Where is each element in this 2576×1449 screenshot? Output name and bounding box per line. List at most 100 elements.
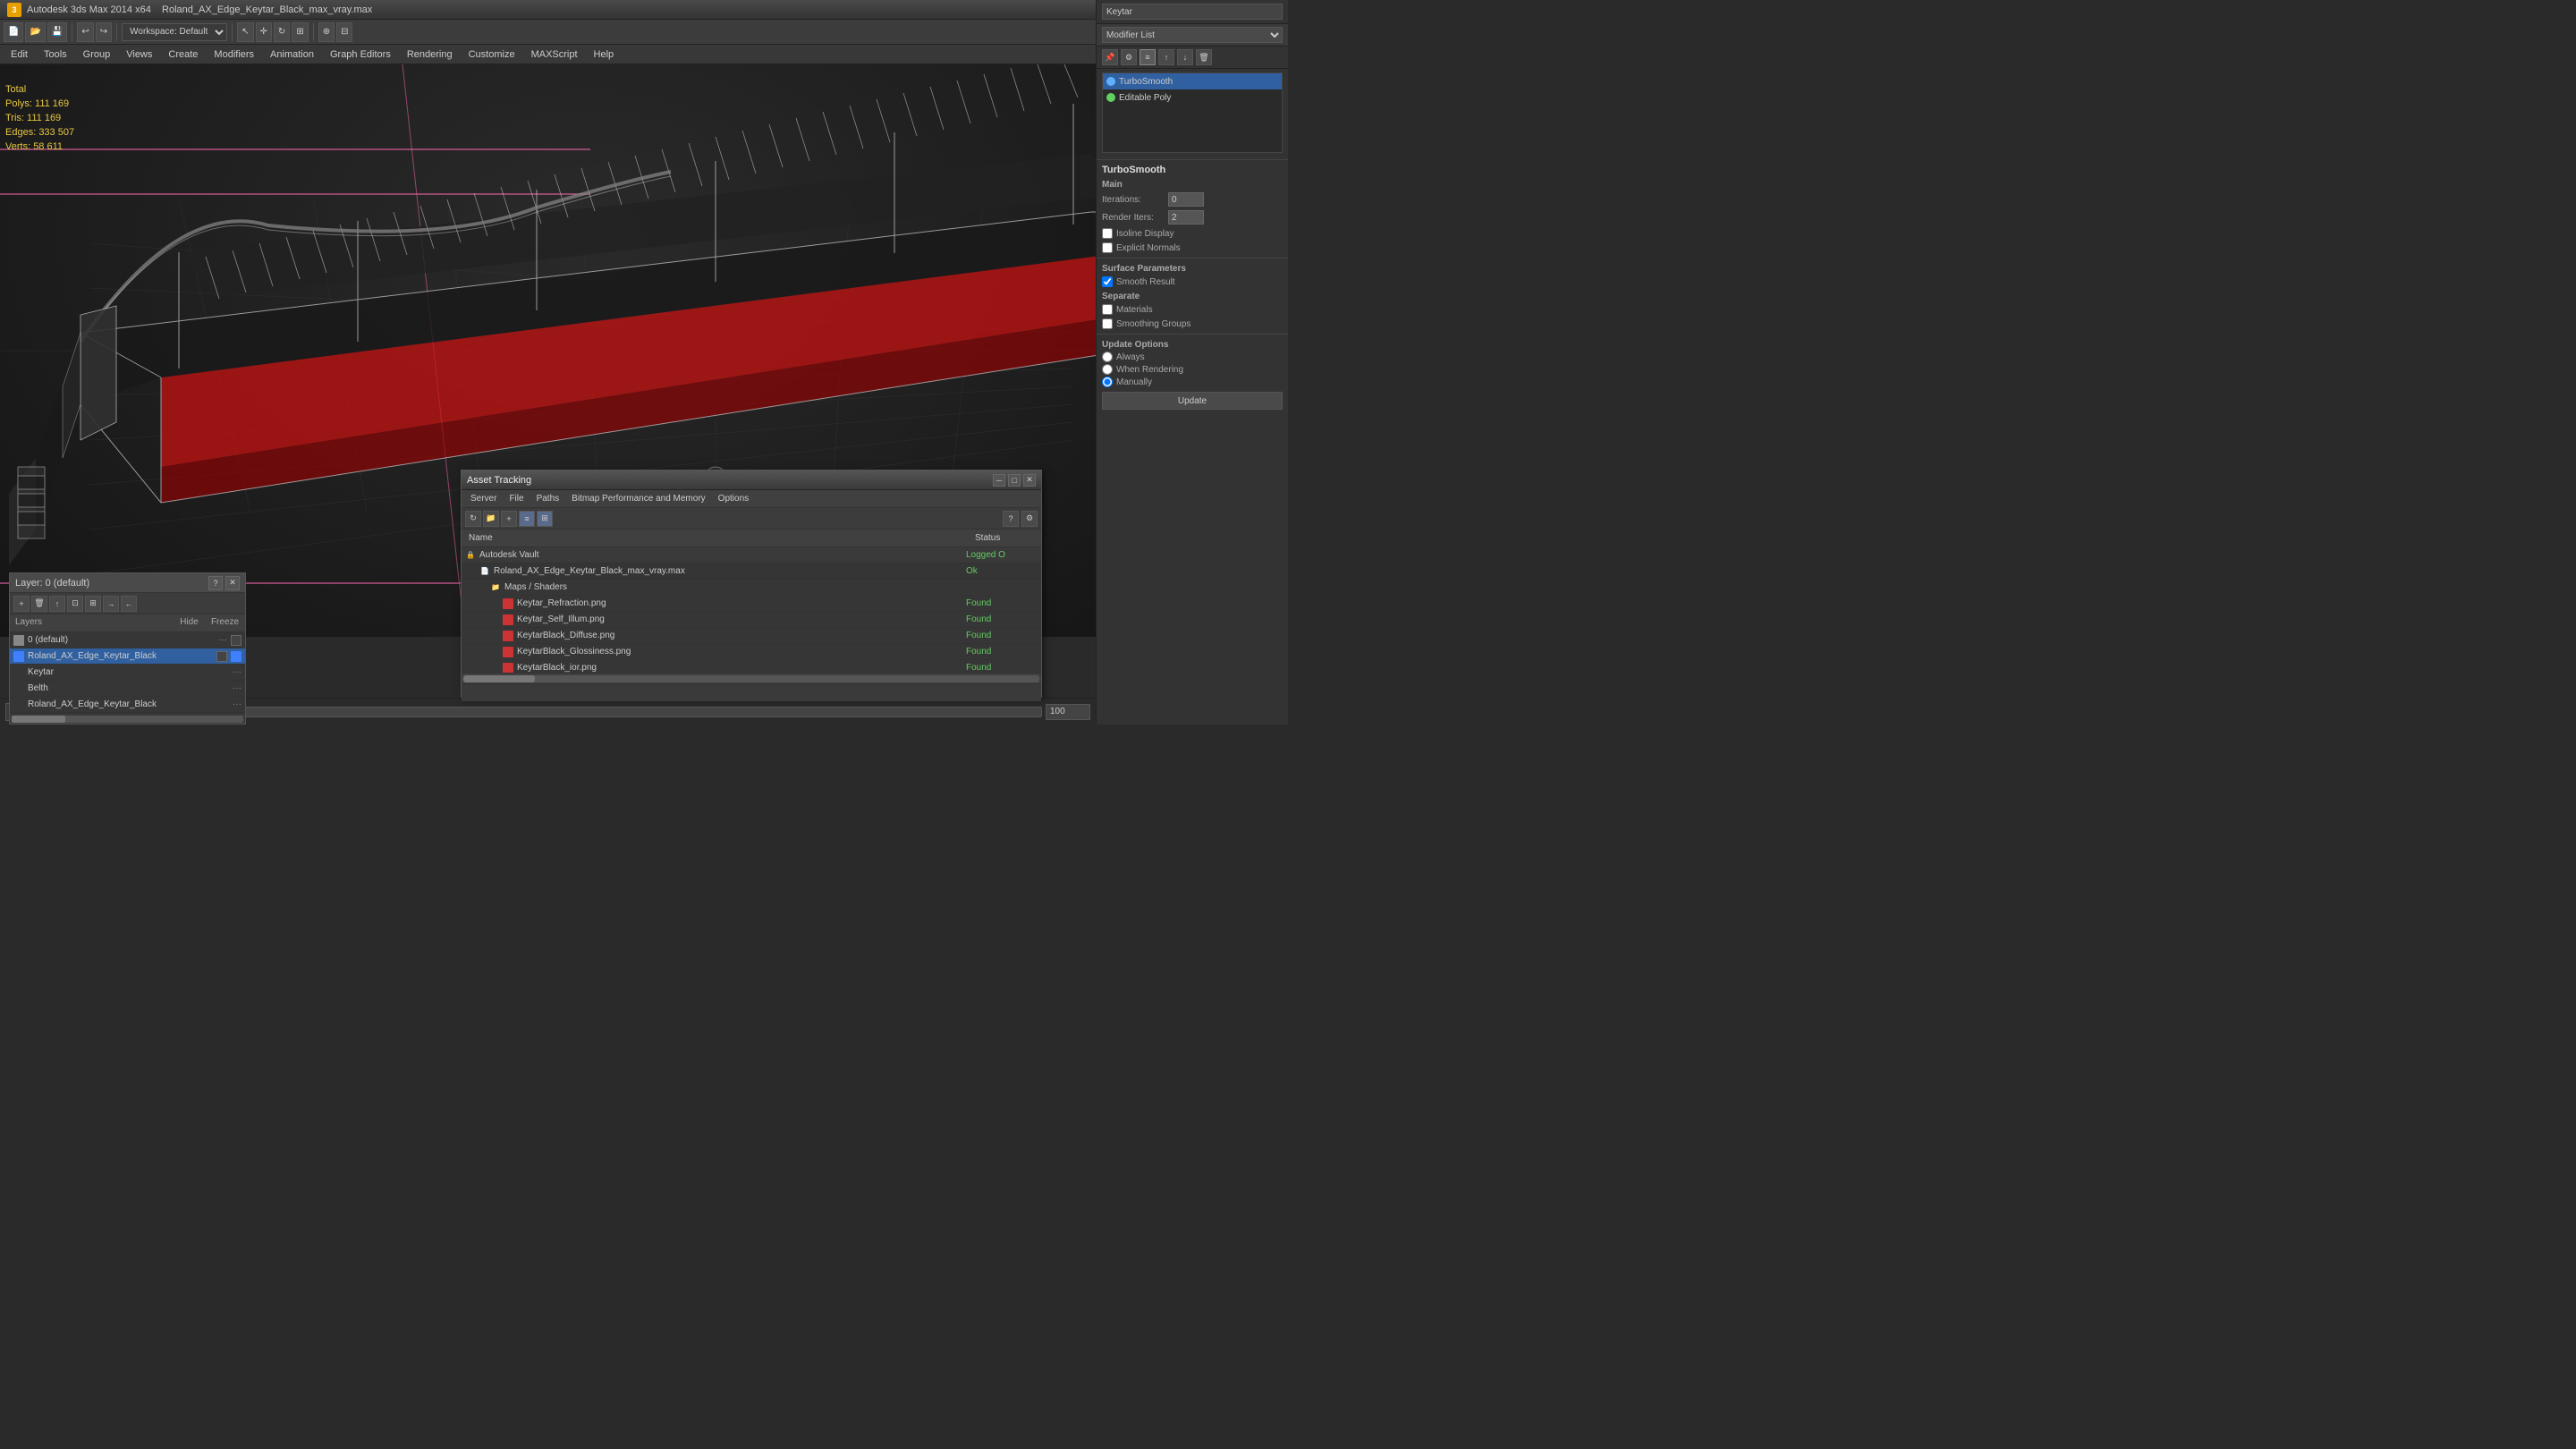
at-close-button[interactable]: ✕ <box>1023 474 1036 487</box>
at-horizontal-scrollbar[interactable] <box>462 673 1041 683</box>
at-help-button[interactable]: ? <box>1003 511 1019 527</box>
menu-graph-editors[interactable]: Graph Editors <box>323 47 398 62</box>
at-row-diffuse[interactable]: KeytarBlack_Diffuse.png Found <box>462 628 1041 644</box>
titlebar: 3 Autodesk 3ds Max 2014 x64 Roland_AX_Ed… <box>0 0 1288 20</box>
at-menu-bitmap[interactable]: Bitmap Performance and Memory <box>566 492 711 505</box>
at-minimize-button[interactable]: ─ <box>993 474 1005 487</box>
layer-row-default[interactable]: 0 (default) ··· <box>10 632 245 648</box>
layer-row-keytar-obj[interactable]: Keytar ··· <box>10 665 245 681</box>
at-view-button[interactable]: ≡ <box>519 511 535 527</box>
menu-tools[interactable]: Tools <box>37 47 74 62</box>
scale-button[interactable]: ⊞ <box>292 22 308 42</box>
open-button[interactable]: 📂 <box>25 22 45 42</box>
at-row-glossiness[interactable]: KeytarBlack_Glossiness.png Found <box>462 644 1041 660</box>
menu-animation[interactable]: Animation <box>263 47 321 62</box>
at-name-column-header[interactable]: Name <box>462 533 970 543</box>
workspace-select[interactable]: Workspace: Default <box>122 23 227 41</box>
hide-column-header[interactable]: Hide <box>174 614 205 631</box>
layer-row-roland[interactable]: Roland_AX_Edge_Keytar_Black ··· <box>10 697 245 713</box>
menu-help[interactable]: Help <box>587 47 622 62</box>
layer-scroll-track[interactable] <box>12 716 243 723</box>
undo-button[interactable]: ↩ <box>77 22 93 42</box>
freeze-column-header[interactable]: Freeze <box>205 614 245 631</box>
rotate-button[interactable]: ↻ <box>274 22 290 42</box>
move-modifier-icon[interactable]: ↑ <box>1158 49 1174 65</box>
menu-customize[interactable]: Customize <box>462 47 522 62</box>
render-iters-input[interactable] <box>1168 210 1204 225</box>
at-explore-button[interactable]: 📁 <box>483 511 499 527</box>
at-row-illum[interactable]: Keytar_Self_Illum.png Found <box>462 612 1041 628</box>
explicit-normals-checkbox[interactable] <box>1102 242 1113 253</box>
layer-scroll-thumb[interactable] <box>12 716 65 723</box>
pin-icon[interactable]: 📌 <box>1102 49 1118 65</box>
at-row-ior[interactable]: KeytarBlack_ior.png Found <box>462 660 1041 673</box>
at-row-vault[interactable]: 🔒 Autodesk Vault Logged O <box>462 547 1041 564</box>
menu-maxscript[interactable]: MAXScript <box>524 47 585 62</box>
layer-delete-button[interactable]: 🗑 <box>31 596 47 612</box>
layer-scrollbar[interactable] <box>10 713 245 724</box>
layer-row-keytar[interactable]: Roland_AX_Edge_Keytar_Black <box>10 648 245 665</box>
at-menu-file[interactable]: File <box>504 492 529 505</box>
menu-rendering[interactable]: Rendering <box>400 47 460 62</box>
at-row-maxfile[interactable]: 📄 Roland_AX_Edge_Keytar_Black_max_vray.m… <box>462 564 1041 580</box>
at-menu-server[interactable]: Server <box>465 492 502 505</box>
layer-close-button[interactable]: ✕ <box>225 576 240 590</box>
delete-modifier-icon[interactable]: 🗑 <box>1196 49 1212 65</box>
select-button[interactable]: ↖ <box>237 22 253 42</box>
redo-button[interactable]: ↪ <box>96 22 112 42</box>
layer-up-button[interactable]: ↑ <box>49 596 65 612</box>
menu-modifiers[interactable]: Modifiers <box>207 47 261 62</box>
modifier-stack-icon[interactable]: ≡ <box>1140 49 1156 65</box>
at-row-refraction[interactable]: Keytar_Refraction.png Found <box>462 596 1041 612</box>
layer-child-button[interactable]: ⊞ <box>85 596 101 612</box>
at-scroll-thumb[interactable] <box>463 675 535 682</box>
new-button[interactable]: 📄 <box>4 22 23 42</box>
layer-select-button[interactable]: ⊡ <box>67 596 83 612</box>
at-grid-button[interactable]: ⊞ <box>537 511 553 527</box>
align-button[interactable]: ⊟ <box>336 22 352 42</box>
layer-move-button[interactable]: → <box>103 596 119 612</box>
when-rendering-radio[interactable] <box>1102 364 1113 375</box>
layer-hide-box-2[interactable] <box>216 651 227 662</box>
at-refresh-button[interactable]: ↻ <box>465 511 481 527</box>
menu-group[interactable]: Group <box>76 47 118 62</box>
always-radio[interactable] <box>1102 352 1113 362</box>
smooth-result-checkbox[interactable] <box>1102 276 1113 287</box>
menu-views[interactable]: Views <box>119 47 159 62</box>
modifier-turbosmooth[interactable]: TurboSmooth <box>1103 73 1282 89</box>
at-status-column-header[interactable]: Status <box>970 533 1041 543</box>
at-scroll-track[interactable] <box>463 675 1039 682</box>
layer-row-belth[interactable]: Belth ··· <box>10 681 245 697</box>
at-restore-button[interactable]: □ <box>1008 474 1021 487</box>
at-row-maps[interactable]: 📁 Maps / Shaders <box>462 580 1041 596</box>
config-icon[interactable]: ⚙ <box>1121 49 1137 65</box>
iterations-input[interactable] <box>1168 192 1204 207</box>
layer-hide-box[interactable] <box>231 635 242 646</box>
manually-radio[interactable] <box>1102 377 1113 387</box>
layer-help-button[interactable]: ? <box>208 576 223 590</box>
frame-end-input[interactable] <box>1046 704 1090 720</box>
layer-new-button[interactable]: + <box>13 596 30 612</box>
menu-create[interactable]: Create <box>161 47 205 62</box>
materials-checkbox[interactable] <box>1102 304 1113 315</box>
save-button[interactable]: 💾 <box>47 22 67 42</box>
at-menu-paths[interactable]: Paths <box>531 492 565 505</box>
move-button[interactable]: ✛ <box>256 22 272 42</box>
modifier-stack[interactable]: TurboSmooth Editable Poly <box>1102 72 1283 153</box>
move-modifier-down-icon[interactable]: ↓ <box>1177 49 1193 65</box>
modifier-editablepoly[interactable]: Editable Poly <box>1103 89 1282 106</box>
at-menu-options[interactable]: Options <box>713 492 754 505</box>
layer-color-box[interactable] <box>231 651 242 662</box>
object-name-input[interactable] <box>1102 4 1283 20</box>
at-add-button[interactable]: + <box>501 511 517 527</box>
timeline-slider[interactable] <box>144 707 1042 717</box>
menu-edit[interactable]: Edit <box>4 47 35 62</box>
update-button[interactable]: Update <box>1102 392 1283 410</box>
smoothing-groups-checkbox[interactable] <box>1102 318 1113 329</box>
snap-button[interactable]: ⊕ <box>318 22 335 42</box>
isoline-checkbox[interactable] <box>1102 228 1113 239</box>
at-settings-button[interactable]: ⚙ <box>1021 511 1038 527</box>
modifier-list-select[interactable]: Modifier List <box>1102 27 1283 43</box>
at-list[interactable]: 🔒 Autodesk Vault Logged O 📄 Roland_AX_Ed… <box>462 547 1041 673</box>
layer-move2-button[interactable]: ← <box>121 596 137 612</box>
